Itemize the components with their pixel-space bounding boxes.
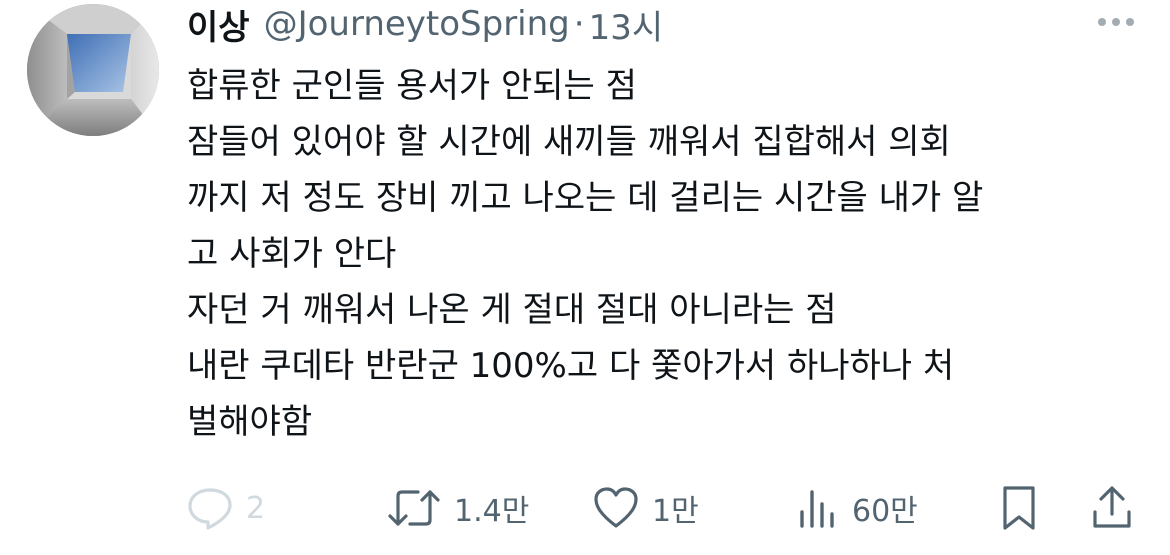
bookmark-button[interactable]	[998, 478, 1040, 538]
tweet-line: 합류한 군인들 용서가 안되는 점	[187, 66, 637, 106]
user-handle[interactable]: @JourneytoSpring	[264, 4, 570, 44]
action-bar: 2 1.4만 1만 60만	[0, 478, 1170, 538]
tweet-line: 고 사회가 안다	[187, 234, 397, 274]
reply-button[interactable]: 2	[186, 478, 265, 538]
reply-count: 2	[246, 490, 266, 526]
retweet-button[interactable]: 1.4만	[386, 478, 529, 538]
avatar[interactable]	[27, 4, 159, 136]
views-count: 60만	[852, 494, 918, 529]
heart-icon	[592, 486, 640, 530]
timestamp[interactable]: 13시	[589, 0, 664, 49]
share-button[interactable]	[1090, 478, 1134, 538]
tweet-line: 벌해야함	[187, 402, 313, 442]
tweet-line: 잠들어 있어야 할 시간에 새끼들 깨워서 집합해서 의회	[187, 122, 951, 162]
bookmark-icon	[998, 484, 1040, 532]
more-options-button[interactable]	[1096, 8, 1136, 36]
display-name[interactable]: 이상	[187, 0, 250, 49]
like-count: 1만	[652, 494, 699, 529]
avatar-image	[27, 4, 159, 136]
like-button[interactable]: 1만	[592, 478, 699, 538]
tweet-header: 이상 @JourneytoSpring · 13시	[187, 0, 663, 48]
tweet-line: 내란 쿠데타 반란군 100%고 다 쫓아가서 하나하나 처	[187, 346, 955, 386]
views-icon	[796, 486, 840, 530]
reply-icon	[186, 485, 234, 531]
tweet-line: 자던 거 깨워서 나온 게 절대 절대 아니라는 점	[187, 290, 837, 330]
tweet-text: 합류한 군인들 용서가 안되는 점 잠들어 있어야 할 시간에 새끼들 깨워서 …	[187, 58, 1147, 450]
tweet-line: 까지 저 정도 장비 끼고 나오는 데 걸리는 시간을 내가 알	[187, 178, 984, 218]
more-icon	[1097, 17, 1135, 27]
separator-dot: ·	[573, 4, 585, 44]
share-icon	[1090, 484, 1134, 532]
retweet-count: 1.4만	[454, 494, 530, 529]
retweet-icon	[386, 486, 442, 530]
views-button[interactable]: 60만	[796, 478, 918, 538]
